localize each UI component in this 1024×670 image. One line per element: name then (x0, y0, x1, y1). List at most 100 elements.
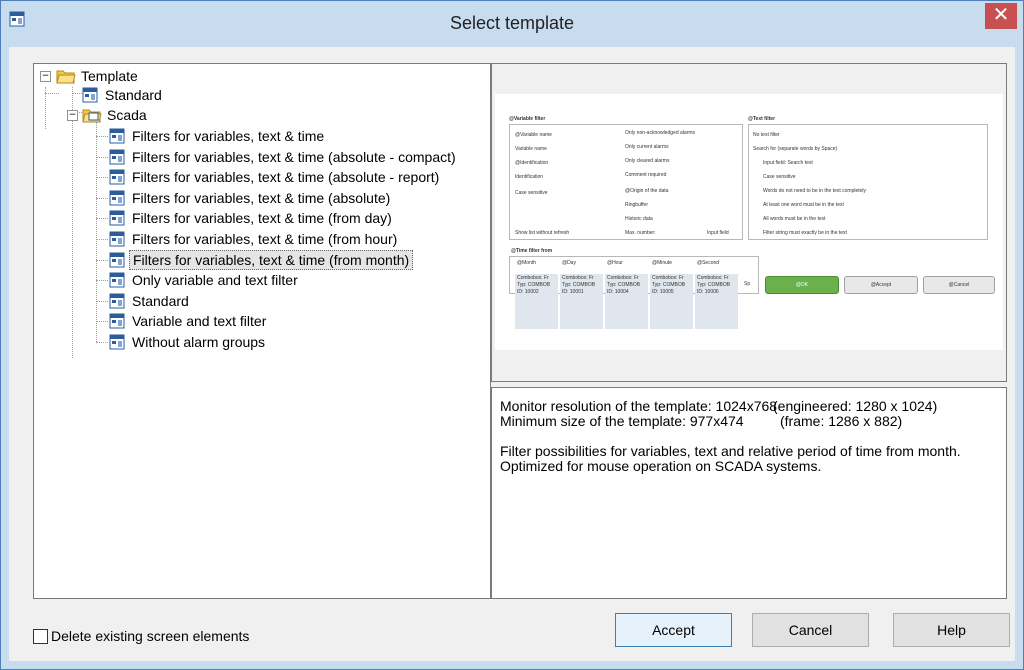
preview-time-text: Combobox: Fr (652, 275, 684, 281)
tree-node-template-item[interactable]: Filters for variables, text & time (abso… (34, 147, 484, 167)
tree-node-label: Filters for variables, text & time (abso… (132, 189, 391, 206)
preview-time-text: Typ: COMBOB (562, 282, 596, 288)
preview-text-item: At least one word must be in the text (763, 202, 844, 208)
preview-time-text: @Minute (652, 260, 673, 266)
tree-node-standard-top[interactable]: Standard (34, 85, 334, 105)
preview-time-text: ID: 10002 (517, 289, 539, 295)
tree-node-label: Standard (105, 87, 162, 103)
preview-var-right-item: Comment required (625, 172, 667, 178)
tree-node-template-item[interactable]: Variable and text filter (34, 311, 484, 331)
tree-node-label: Variable and text filter (132, 313, 267, 330)
preview-text-filter-title: @Text filter (748, 116, 776, 122)
preview-time-text: Typ: COMBOB (517, 282, 551, 288)
tree-node-template-item[interactable]: Filters for variables, text & time (abso… (34, 188, 484, 208)
preview-sp-label: Sp (744, 281, 751, 287)
resolution-text: Monitor resolution of the template: 1024… (500, 398, 778, 414)
preview-var-right-item: Historic data (625, 216, 653, 222)
preview-var-right-item: Only non-acknowledged alarms (625, 130, 696, 136)
tree-node-template-item[interactable]: Filters for variables, text & time (from… (34, 229, 484, 249)
preview-text-item: Input field: Search text (763, 160, 813, 166)
tree-node-label: Without alarm groups (132, 334, 266, 350)
folder-open-icon (56, 70, 76, 84)
preview-cancel-button: @Cancel (923, 276, 995, 294)
preview-var-left-item: @Identification (515, 160, 549, 166)
preview-text-item: All words must be in the text (763, 216, 826, 222)
tree-node-label: Filters for variables, text & time (from… (129, 249, 414, 270)
tree-line (96, 122, 97, 342)
tree-node-template-item[interactable]: Filters for variables, text & time (abso… (34, 167, 484, 187)
preview-text-item: No text filter (753, 132, 780, 138)
collapse-icon[interactable]: − (40, 71, 51, 82)
tree-node-template-item[interactable]: Standard (34, 291, 484, 311)
template-icon (109, 190, 125, 206)
collapse-icon[interactable]: − (67, 110, 78, 121)
preview-time-text: Combobox: Fr (697, 275, 729, 281)
frame-size-text: (frame: 1286 x 882) (780, 413, 903, 429)
tree-node-template-item[interactable]: Filters for variables, text & time (from… (34, 249, 484, 270)
folder-open-icon (82, 109, 102, 123)
help-button[interactable]: Help (893, 613, 1010, 647)
preview-time-text: ID: 10005 (652, 289, 674, 295)
tree-node-label: Filters for variables, text & time (from… (132, 210, 392, 227)
preview-text-item: Words do not need to be in the text comp… (763, 188, 867, 194)
preview-time-text: ID: 10006 (697, 289, 719, 295)
preview-variable-filter-title: @Variable filter (509, 116, 546, 122)
close-button[interactable]: ✕ (985, 3, 1017, 29)
preview-time-filter-title: @Time filter from (511, 248, 553, 254)
preview-time-text: @Hour (607, 260, 623, 266)
tree-node-template[interactable]: − Template (34, 66, 334, 86)
preview-text-item: Filter string must exactly be in the tex… (763, 230, 847, 236)
checkbox-box[interactable] (33, 629, 48, 644)
preview-time-text: Typ: COMBOB (652, 282, 686, 288)
preview-var-right-item: Ringbuffer (625, 202, 648, 208)
checkbox-label: Delete existing screen elements (51, 628, 250, 644)
preview-canvas: @Variable filter @Variable name Variable … (495, 94, 1003, 350)
preview-text-item: Case sensitive (763, 174, 796, 180)
tree-node-template-item[interactable]: Without alarm groups (34, 332, 484, 352)
preview-var-right-item: Only current alarms (625, 144, 669, 150)
tree-node-template-item[interactable]: Only variable and text filter (34, 270, 484, 290)
template-icon (109, 128, 125, 144)
description-line: Optimized for mouse operation on SCADA s… (500, 458, 822, 474)
template-icon (109, 334, 125, 350)
preview-variable-filter-box (509, 124, 743, 240)
title-bar[interactable]: Select template ✕ (1, 1, 1023, 47)
preview-input-field: Input field (707, 230, 729, 236)
window-title: Select template (449, 13, 575, 33)
template-icon (109, 149, 125, 165)
accept-button[interactable]: Accept (615, 613, 732, 647)
preview-max-number: Max. number: (625, 230, 656, 236)
preview-time-text: @Second (697, 260, 720, 266)
cancel-button[interactable]: Cancel (752, 613, 869, 647)
tree-node-label: Standard (132, 292, 189, 309)
preview-time-text: @Day (562, 260, 576, 266)
tree-node-label: Filters for variables, text & time (from… (132, 231, 398, 247)
preview-time-text: Typ: COMBOB (697, 282, 731, 288)
description-line: Filter possibilities for variables, text… (500, 443, 961, 459)
preview-var-left-item: Case sensitive (515, 190, 548, 196)
preview-text-filter-box (748, 124, 988, 240)
template-icon (109, 252, 125, 268)
tree-node-label: Only variable and text filter (132, 272, 298, 289)
preview-var-right-item: Only cleared alarms (625, 158, 670, 164)
template-icon (109, 272, 125, 288)
tree-node-template-item[interactable]: Filters for variables, text & time (from… (34, 208, 484, 228)
template-icon (109, 231, 125, 247)
preview-accept-button: @Accept (844, 276, 918, 294)
preview-time-text: @Month (517, 260, 536, 266)
tree-node-scada[interactable]: − Scada (34, 105, 334, 125)
preview-time-text: Combobox: Fr (517, 275, 549, 281)
tree-node-label: Filters for variables, text & time (abso… (132, 148, 456, 165)
template-description: Monitor resolution of the template: 1024… (491, 387, 1007, 599)
tree-node-template-item[interactable]: Filters for variables, text & time (34, 126, 484, 146)
template-icon (82, 87, 98, 103)
tree-node-label: Template (81, 68, 138, 84)
close-icon: ✕ (992, 4, 1010, 26)
preview-ok-button: @OK (765, 276, 839, 294)
preview-time-text: Combobox: Fr (562, 275, 594, 281)
template-tree[interactable]: − Template Standard − Scada Filters for … (33, 63, 491, 599)
template-icon (109, 313, 125, 329)
preview-var-left-item: Show list without refresh (515, 230, 570, 236)
dialog-window: Select template ✕ − Template Standard − … (0, 0, 1024, 670)
tree-node-label: Filters for variables, text & time (abso… (132, 169, 440, 186)
